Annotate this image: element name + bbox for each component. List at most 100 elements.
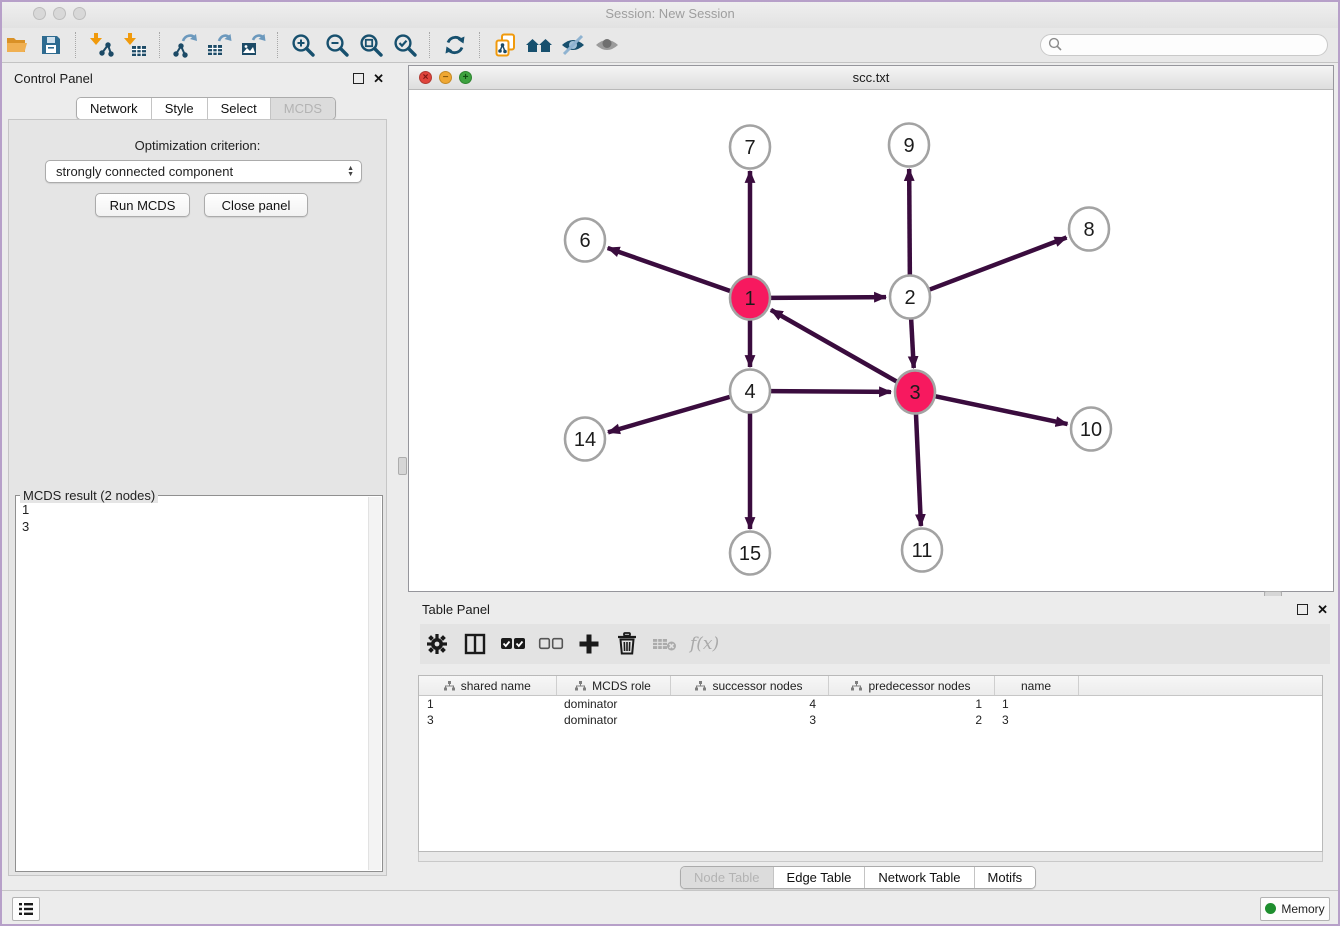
run-mcds-button[interactable]: Run MCDS bbox=[95, 193, 190, 217]
open-file-icon[interactable] bbox=[0, 30, 34, 60]
graph-node-4[interactable]: 4 bbox=[730, 370, 770, 413]
float-panel-icon[interactable] bbox=[353, 73, 364, 84]
svg-text:2: 2 bbox=[904, 287, 915, 309]
tab-motifs[interactable]: Motifs bbox=[974, 867, 1036, 888]
graph-edge-3-11[interactable] bbox=[916, 413, 921, 526]
graph-edge-1-2[interactable] bbox=[771, 297, 886, 298]
column-header-successor-nodes[interactable]: successor nodes bbox=[670, 676, 828, 696]
export-network-icon[interactable] bbox=[168, 30, 202, 60]
table-cell[interactable]: 3 bbox=[419, 712, 556, 728]
vertical-splitter[interactable] bbox=[396, 65, 408, 882]
hide-selected-icon[interactable] bbox=[556, 30, 590, 60]
column-header-MCDS-role[interactable]: MCDS role bbox=[556, 676, 670, 696]
network-minimize-icon[interactable]: − bbox=[439, 71, 452, 84]
task-history-button[interactable] bbox=[12, 897, 40, 921]
graph-edge-3-10[interactable] bbox=[936, 396, 1068, 424]
first-neighbors-icon[interactable] bbox=[522, 30, 556, 60]
graph-node-9[interactable]: 9 bbox=[889, 124, 929, 167]
tab-edge-table[interactable]: Edge Table bbox=[773, 867, 865, 888]
vertical-splitter-handle[interactable] bbox=[398, 457, 407, 475]
close-panel-icon[interactable]: ✕ bbox=[373, 74, 384, 83]
graph-edge-3-1[interactable] bbox=[771, 310, 897, 382]
close-panel-icon[interactable]: ✕ bbox=[1317, 605, 1328, 614]
main-toolbar bbox=[0, 28, 1340, 63]
graph-node-14[interactable]: 14 bbox=[565, 418, 605, 461]
graph-node-15[interactable]: 15 bbox=[730, 532, 770, 575]
tab-style[interactable]: Style bbox=[151, 98, 207, 119]
graph-node-7[interactable]: 7 bbox=[730, 126, 770, 169]
table-scrollbar[interactable] bbox=[418, 852, 1323, 862]
close-window-icon[interactable] bbox=[33, 7, 46, 20]
tab-network[interactable]: Network bbox=[77, 98, 151, 119]
delete-column-icon[interactable] bbox=[610, 627, 644, 661]
show-all-icon[interactable] bbox=[590, 30, 624, 60]
result-scrollbar[interactable] bbox=[368, 497, 381, 870]
column-header-predecessor-nodes[interactable]: predecessor nodes bbox=[828, 676, 994, 696]
select-all-icon[interactable] bbox=[496, 627, 530, 661]
graph-node-6[interactable]: 6 bbox=[565, 219, 605, 262]
close-panel-button[interactable]: Close panel bbox=[204, 193, 308, 217]
criterion-select[interactable]: strongly connected component ▲▼ bbox=[45, 160, 362, 183]
deselect-all-icon[interactable] bbox=[534, 627, 568, 661]
graph-edge-2-3[interactable] bbox=[911, 318, 914, 368]
table-cell[interactable]: dominator bbox=[556, 712, 670, 728]
table-cell[interactable]: 3 bbox=[994, 712, 1078, 728]
duplicate-network-icon[interactable] bbox=[488, 30, 522, 60]
network-canvas[interactable]: 7 9 6 8 1 2 4 3 14 10 15 11 bbox=[409, 90, 1333, 591]
refresh-icon[interactable] bbox=[438, 30, 472, 60]
table-cell[interactable]: 1 bbox=[994, 696, 1078, 713]
hierarchy-icon bbox=[851, 681, 862, 691]
graph-node-10[interactable]: 10 bbox=[1071, 408, 1111, 451]
column-header-name[interactable]: name bbox=[994, 676, 1078, 696]
add-column-icon[interactable] bbox=[572, 627, 606, 661]
tab-node-table[interactable]: Node Table bbox=[681, 867, 773, 888]
memory-status-icon bbox=[1265, 903, 1276, 914]
tab-mcds[interactable]: MCDS bbox=[270, 98, 335, 119]
graph-node-11[interactable]: 11 bbox=[902, 529, 942, 572]
zoom-window-icon[interactable] bbox=[73, 7, 86, 20]
graph-edge-4-14[interactable] bbox=[608, 397, 730, 432]
table-cell[interactable]: 1 bbox=[419, 696, 556, 713]
mcds-result-list[interactable]: 13 bbox=[16, 499, 369, 871]
table-cell[interactable]: 4 bbox=[670, 696, 828, 713]
zoom-out-icon[interactable] bbox=[320, 30, 354, 60]
table-cell[interactable]: 1 bbox=[828, 696, 994, 713]
graph-node-3[interactable]: 3 bbox=[895, 371, 935, 414]
zoom-in-icon[interactable] bbox=[286, 30, 320, 60]
search-input[interactable] bbox=[1040, 34, 1328, 56]
graph-node-2[interactable]: 2 bbox=[890, 276, 930, 319]
minimize-window-icon[interactable] bbox=[53, 7, 66, 20]
graph-node-8[interactable]: 8 bbox=[1069, 208, 1109, 251]
svg-text:10: 10 bbox=[1080, 419, 1102, 441]
table-row[interactable]: 3dominator323 bbox=[419, 712, 1322, 728]
table-cell[interactable]: 3 bbox=[670, 712, 828, 728]
export-table-icon[interactable] bbox=[202, 30, 236, 60]
zoom-selected-icon[interactable] bbox=[388, 30, 422, 60]
graph-edge-1-6[interactable] bbox=[608, 248, 731, 291]
import-table-icon[interactable] bbox=[118, 30, 152, 60]
gear-icon[interactable] bbox=[420, 627, 454, 661]
memory-button[interactable]: Memory bbox=[1260, 897, 1330, 921]
import-network-icon[interactable] bbox=[84, 30, 118, 60]
network-zoom-icon[interactable]: + bbox=[459, 71, 472, 84]
export-image-icon[interactable] bbox=[236, 30, 270, 60]
save-icon[interactable] bbox=[34, 30, 68, 60]
zoom-fit-icon[interactable] bbox=[354, 30, 388, 60]
control-panel-title: Control Panel bbox=[14, 71, 93, 86]
tab-network-table[interactable]: Network Table bbox=[864, 867, 973, 888]
node-table[interactable]: shared nameMCDS rolesuccessor nodesprede… bbox=[418, 675, 1323, 852]
float-panel-icon[interactable] bbox=[1297, 604, 1308, 615]
graph-edge-2-9[interactable] bbox=[909, 169, 910, 276]
control-panel-tabs: NetworkStyleSelectMCDS bbox=[76, 97, 336, 120]
network-close-icon[interactable]: × bbox=[419, 71, 432, 84]
tab-select[interactable]: Select bbox=[207, 98, 270, 119]
graph-node-1[interactable]: 1 bbox=[730, 277, 770, 320]
graph-edge-2-8[interactable] bbox=[930, 238, 1067, 290]
column-header-shared-name[interactable]: shared name bbox=[419, 676, 556, 696]
table-cell[interactable]: dominator bbox=[556, 696, 670, 713]
graph-edge-4-3[interactable] bbox=[771, 391, 891, 392]
table-cell[interactable]: 2 bbox=[828, 712, 994, 728]
split-columns-icon[interactable] bbox=[458, 627, 492, 661]
search-field-wrap bbox=[1040, 34, 1328, 56]
table-row[interactable]: 1dominator411 bbox=[419, 696, 1322, 713]
